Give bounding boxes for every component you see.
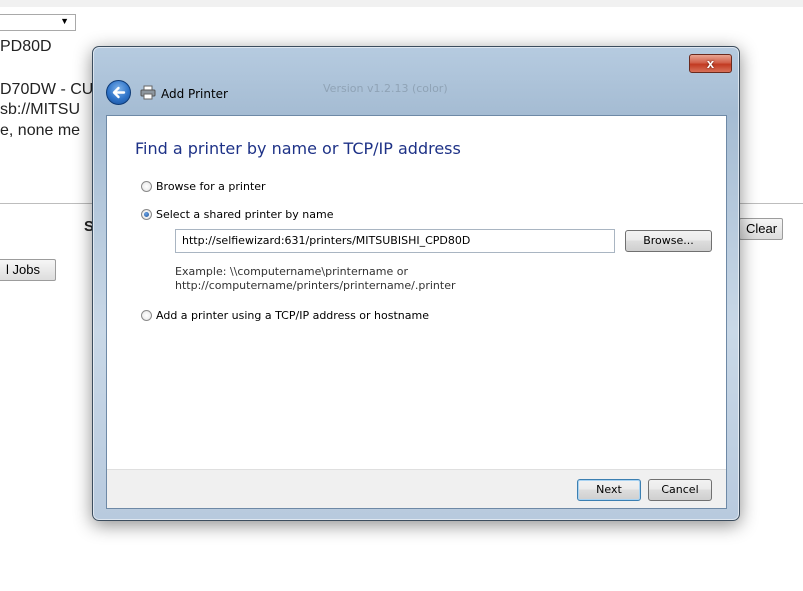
clear-button[interactable]: Clear [739,218,783,240]
back-button[interactable] [106,80,131,105]
printer-select[interactable]: ▼ [0,14,76,31]
option-browse-label: Browse for a printer [156,180,266,193]
printer-icon [140,85,156,100]
close-button[interactable]: x [689,54,732,73]
bg-printer-model: D70DW - CU [0,81,94,98]
back-arrow-icon [112,86,126,99]
dialog-title: Add Printer [161,87,228,101]
option-browse[interactable]: Browse for a printer [141,180,266,193]
example-line-2: http://computername/printers/printername… [175,279,456,292]
option-tcpip[interactable]: Add a printer using a TCP/IP address or … [141,309,429,322]
option-tcpip-label: Add a printer using a TCP/IP address or … [156,309,429,322]
add-printer-dialog: x Add Printer Version v1.2.13 (color) Fi… [92,46,740,521]
dropdown-arrow-icon: ▼ [60,16,69,26]
browse-button[interactable]: Browse... [625,230,712,252]
cancel-button[interactable]: Cancel [648,479,712,501]
close-icon: x [706,56,715,71]
bg-printer-uri: sb://MITSU [0,101,81,118]
example-text: Example: \\computername\printername or h… [175,265,456,293]
background-ghost-text: Version v1.2.13 (color) [323,82,448,95]
page-heading: Find a printer by name or TCP/IP address [135,139,461,158]
printer-url-input[interactable]: http://selfiewizard:631/printers/MITSUBI… [175,229,615,253]
option-shared-label: Select a shared printer by name [156,208,334,221]
option-shared-by-name[interactable]: Select a shared printer by name [141,208,333,221]
bg-printer-status: e, none me [0,122,81,139]
radio-browse[interactable] [141,181,152,192]
dialog-content: Find a printer by name or TCP/IP address… [106,115,727,509]
next-button[interactable]: Next [577,479,641,501]
radio-shared-by-name[interactable] [141,209,152,220]
jobs-button[interactable]: l Jobs [0,259,56,281]
radio-tcpip[interactable] [141,310,152,321]
dialog-footer: Next Cancel [107,469,726,508]
bg-printer-name: PD80D [0,38,52,55]
example-line-1: Example: \\computername\printername or [175,265,408,278]
page-top-bar [0,0,803,7]
